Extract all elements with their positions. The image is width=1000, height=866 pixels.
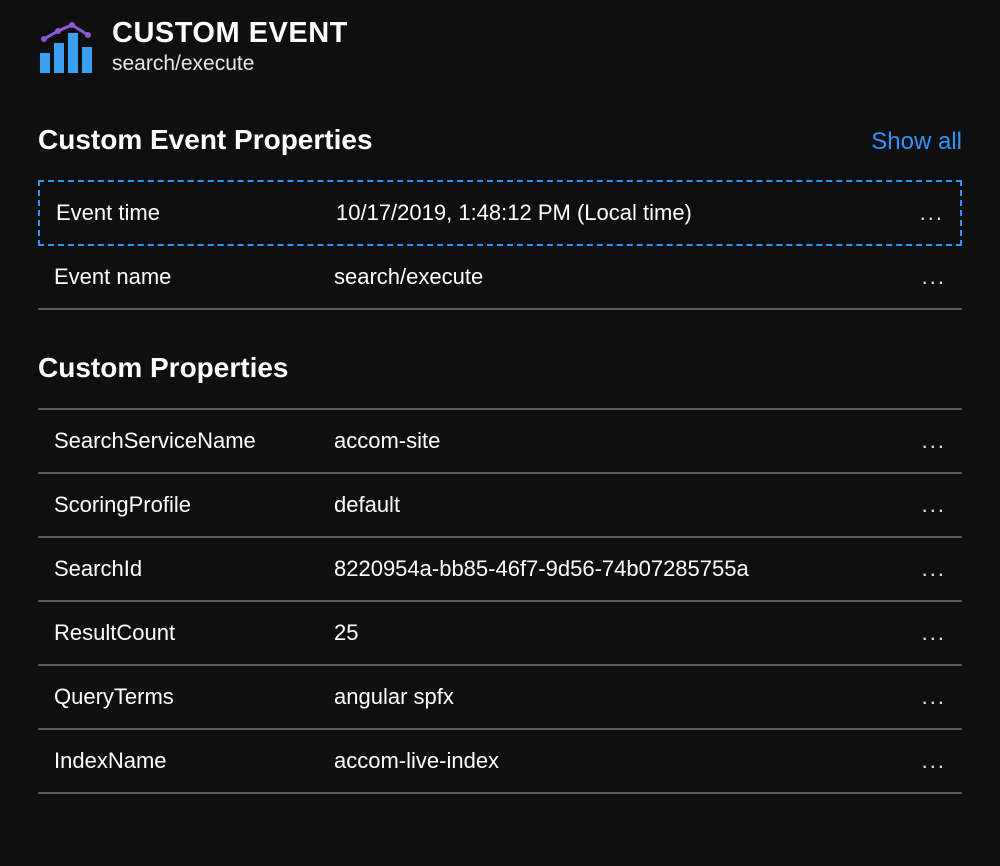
more-icon[interactable]: ... <box>904 200 944 226</box>
property-key: QueryTerms <box>54 684 334 710</box>
page-title: CUSTOM EVENT <box>112 18 348 50</box>
more-icon[interactable]: ... <box>906 264 946 290</box>
section-title: Custom Event Properties <box>38 124 373 156</box>
property-row-scoring-profile[interactable]: ScoringProfile default ... <box>38 474 962 538</box>
property-key: ScoringProfile <box>54 492 334 518</box>
property-row-query-terms[interactable]: QueryTerms angular spfx ... <box>38 666 962 730</box>
property-row-index-name[interactable]: IndexName accom-live-index ... <box>38 730 962 794</box>
custom-prop-rows: SearchServiceName accom-site ... Scoring… <box>38 408 962 794</box>
property-value: default <box>334 492 906 518</box>
property-row-search-id[interactable]: SearchId 8220954a-bb85-46f7-9d56-74b0728… <box>38 538 962 602</box>
custom-event-header: CUSTOM EVENT search/execute <box>38 18 962 76</box>
property-key: SearchId <box>54 556 334 582</box>
property-row-search-service-name[interactable]: SearchServiceName accom-site ... <box>38 410 962 474</box>
more-icon[interactable]: ... <box>906 556 946 582</box>
header-text: CUSTOM EVENT search/execute <box>112 18 348 76</box>
more-icon[interactable]: ... <box>906 620 946 646</box>
more-icon[interactable]: ... <box>906 492 946 518</box>
property-value: angular spfx <box>334 684 906 710</box>
section-custom-properties: Custom Properties SearchServiceName acco… <box>38 352 962 794</box>
section-head: Custom Event Properties Show all <box>38 124 962 156</box>
property-value: 25 <box>334 620 906 646</box>
property-value: 10/17/2019, 1:48:12 PM (Local time) <box>336 200 904 226</box>
property-value: 8220954a-bb85-46f7-9d56-74b07285755a <box>334 556 906 582</box>
section-custom-event-properties: Custom Event Properties Show all Event t… <box>38 124 962 310</box>
more-icon[interactable]: ... <box>906 428 946 454</box>
property-row-event-time[interactable]: Event time 10/17/2019, 1:48:12 PM (Local… <box>38 180 962 246</box>
property-key: Event time <box>56 200 336 226</box>
show-all-link[interactable]: Show all <box>871 128 962 156</box>
page-root: CUSTOM EVENT search/execute Custom Event… <box>0 0 1000 794</box>
more-icon[interactable]: ... <box>906 684 946 710</box>
property-value: accom-site <box>334 428 906 454</box>
property-value: accom-live-index <box>334 748 906 774</box>
property-key: IndexName <box>54 748 334 774</box>
page-subtitle: search/execute <box>112 52 348 76</box>
property-value: search/execute <box>334 264 906 290</box>
property-row-event-name[interactable]: Event name search/execute ... <box>38 246 962 310</box>
property-key: Event name <box>54 264 334 290</box>
section-head: Custom Properties <box>38 352 962 384</box>
property-key: SearchServiceName <box>54 428 334 454</box>
event-rows: Event time 10/17/2019, 1:48:12 PM (Local… <box>38 180 962 310</box>
property-row-result-count[interactable]: ResultCount 25 ... <box>38 602 962 666</box>
property-key: ResultCount <box>54 620 334 646</box>
section-title: Custom Properties <box>38 352 289 384</box>
more-icon[interactable]: ... <box>906 748 946 774</box>
chart-icon <box>38 21 94 73</box>
